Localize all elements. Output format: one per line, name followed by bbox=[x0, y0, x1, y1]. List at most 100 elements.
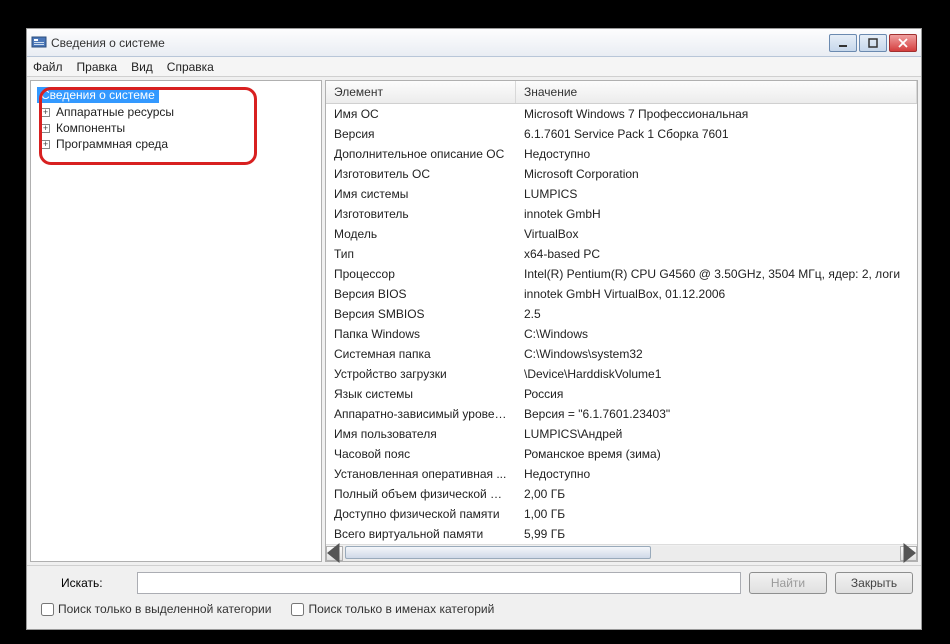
table-row[interactable]: Системная папкаC:\Windows\system32 bbox=[326, 344, 917, 364]
cell-value: 2,00 ГБ bbox=[516, 486, 917, 502]
cell-element: Папка Windows bbox=[326, 326, 516, 342]
cell-value: 1,00 ГБ bbox=[516, 506, 917, 522]
table-row[interactable]: Имя ОСMicrosoft Windows 7 Профессиональн… bbox=[326, 104, 917, 124]
cell-element: Устройство загрузки bbox=[326, 366, 516, 382]
cell-element: Имя ОС bbox=[326, 106, 516, 122]
scroll-track[interactable] bbox=[343, 546, 900, 561]
tree-item-hardware[interactable]: + Аппаратные ресурсы bbox=[37, 105, 315, 119]
table-row[interactable]: Дополнительное описание ОСНедоступно bbox=[326, 144, 917, 164]
search-input[interactable] bbox=[137, 572, 741, 594]
table-row[interactable]: Всего виртуальной памяти5,99 ГБ bbox=[326, 524, 917, 544]
list-body[interactable]: Имя ОСMicrosoft Windows 7 Профессиональн… bbox=[326, 104, 917, 544]
cell-element: Всего виртуальной памяти bbox=[326, 526, 516, 542]
cell-element: Установленная оперативная ... bbox=[326, 466, 516, 482]
cell-element: Версия bbox=[326, 126, 516, 142]
table-row[interactable]: Папка WindowsC:\Windows bbox=[326, 324, 917, 344]
cell-element: Версия SMBIOS bbox=[326, 306, 516, 322]
table-row[interactable]: Изготовитель ОСMicrosoft Corporation bbox=[326, 164, 917, 184]
cell-element: Полный объем физической па... bbox=[326, 486, 516, 502]
minimize-button[interactable] bbox=[829, 34, 857, 52]
tree-item-software-env[interactable]: + Программная среда bbox=[37, 137, 315, 151]
table-row[interactable]: Версия SMBIOS2.5 bbox=[326, 304, 917, 324]
cell-value: 2.5 bbox=[516, 306, 917, 322]
cell-value: C:\Windows\system32 bbox=[516, 346, 917, 362]
cell-element: Процессор bbox=[326, 266, 516, 282]
menu-file[interactable]: Файл bbox=[33, 60, 63, 74]
cell-element: Системная папка bbox=[326, 346, 516, 362]
tree-item-components[interactable]: + Компоненты bbox=[37, 121, 315, 135]
checkbox-only-names[interactable]: Поиск только в именах категорий bbox=[291, 602, 494, 616]
cell-element: Аппаратно-зависимый уровен... bbox=[326, 406, 516, 422]
cell-value: Недоступно bbox=[516, 146, 917, 162]
cell-element: Изготовитель ОС bbox=[326, 166, 516, 182]
expand-icon[interactable]: + bbox=[41, 108, 50, 117]
table-row[interactable]: Доступно физической памяти1,00 ГБ bbox=[326, 504, 917, 524]
menubar: Файл Правка Вид Справка bbox=[27, 57, 921, 77]
scroll-right-icon[interactable] bbox=[900, 546, 917, 561]
cell-value: VirtualBox bbox=[516, 226, 917, 242]
close-search-button[interactable]: Закрыть bbox=[835, 572, 913, 594]
table-row[interactable]: ПроцессорIntel(R) Pentium(R) CPU G4560 @… bbox=[326, 264, 917, 284]
checkbox-only-category-input[interactable] bbox=[41, 603, 54, 616]
cell-value: Россия bbox=[516, 386, 917, 402]
column-value[interactable]: Значение bbox=[516, 81, 917, 103]
expand-icon[interactable]: + bbox=[41, 140, 50, 149]
table-row[interactable]: Аппаратно-зависимый уровен...Версия = "6… bbox=[326, 404, 917, 424]
table-row[interactable]: Типx64-based PC bbox=[326, 244, 917, 264]
table-row[interactable]: Изготовительinnotek GmbH bbox=[326, 204, 917, 224]
find-button[interactable]: Найти bbox=[749, 572, 827, 594]
list-header: Элемент Значение bbox=[326, 81, 917, 104]
checkbox-only-names-input[interactable] bbox=[291, 603, 304, 616]
cell-element: Имя пользователя bbox=[326, 426, 516, 442]
search-label: Искать: bbox=[35, 576, 129, 590]
maximize-button[interactable] bbox=[859, 34, 887, 52]
menu-help[interactable]: Справка bbox=[167, 60, 214, 74]
tree-root[interactable]: Сведения о системе bbox=[37, 87, 159, 103]
cell-value: C:\Windows bbox=[516, 326, 917, 342]
menu-edit[interactable]: Правка bbox=[77, 60, 118, 74]
table-row[interactable]: Установленная оперативная ...Недоступно bbox=[326, 464, 917, 484]
scroll-left-icon[interactable] bbox=[326, 546, 343, 561]
table-row[interactable]: Имя пользователяLUMPICS\Андрей bbox=[326, 424, 917, 444]
checkbox-label: Поиск только в выделенной категории bbox=[58, 602, 271, 616]
tree-item-label: Аппаратные ресурсы bbox=[56, 105, 174, 119]
menu-view[interactable]: Вид bbox=[131, 60, 153, 74]
tree-item-label: Компоненты bbox=[56, 121, 125, 135]
cell-value: Microsoft Windows 7 Профессиональная bbox=[516, 106, 917, 122]
cell-value: Версия = "6.1.7601.23403" bbox=[516, 406, 917, 422]
table-row[interactable]: МодельVirtualBox bbox=[326, 224, 917, 244]
cell-element: Изготовитель bbox=[326, 206, 516, 222]
search-panel: Искать: Найти Закрыть Поиск только в выд… bbox=[27, 565, 921, 629]
cell-value: innotek GmbH VirtualBox, 01.12.2006 bbox=[516, 286, 917, 302]
cell-element: Тип bbox=[326, 246, 516, 262]
titlebar[interactable]: Сведения о системе bbox=[27, 29, 921, 57]
table-row[interactable]: Часовой поясРоманское время (зима) bbox=[326, 444, 917, 464]
app-icon bbox=[31, 35, 47, 51]
horizontal-scrollbar[interactable] bbox=[326, 544, 917, 561]
cell-value: Intel(R) Pentium(R) CPU G4560 @ 3.50GHz,… bbox=[516, 266, 917, 282]
table-row[interactable]: Полный объем физической па...2,00 ГБ bbox=[326, 484, 917, 504]
close-button[interactable] bbox=[889, 34, 917, 52]
table-row[interactable]: Имя системыLUMPICS bbox=[326, 184, 917, 204]
table-row[interactable]: Версия BIOSinnotek GmbH VirtualBox, 01.1… bbox=[326, 284, 917, 304]
window: Сведения о системе Файл Правка Вид Справ… bbox=[26, 28, 922, 630]
cell-element: Доступно физической памяти bbox=[326, 506, 516, 522]
expand-icon[interactable]: + bbox=[41, 124, 50, 133]
cell-value: 6.1.7601 Service Pack 1 Сборка 7601 bbox=[516, 126, 917, 142]
cell-value: innotek GmbH bbox=[516, 206, 917, 222]
scroll-thumb[interactable] bbox=[345, 546, 651, 559]
column-element[interactable]: Элемент bbox=[326, 81, 516, 103]
cell-value: LUMPICS\Андрей bbox=[516, 426, 917, 442]
cell-element: Часовой пояс bbox=[326, 446, 516, 462]
cell-element: Имя системы bbox=[326, 186, 516, 202]
window-title: Сведения о системе bbox=[51, 36, 829, 50]
cell-value: Недоступно bbox=[516, 466, 917, 482]
table-row[interactable]: Язык системыРоссия bbox=[326, 384, 917, 404]
cell-element: Модель bbox=[326, 226, 516, 242]
tree-item-label: Программная среда bbox=[56, 137, 168, 151]
table-row[interactable]: Устройство загрузки\Device\HarddiskVolum… bbox=[326, 364, 917, 384]
cell-element: Дополнительное описание ОС bbox=[326, 146, 516, 162]
cell-value: Романское время (зима) bbox=[516, 446, 917, 462]
table-row[interactable]: Версия6.1.7601 Service Pack 1 Сборка 760… bbox=[326, 124, 917, 144]
checkbox-only-category[interactable]: Поиск только в выделенной категории bbox=[41, 602, 271, 616]
